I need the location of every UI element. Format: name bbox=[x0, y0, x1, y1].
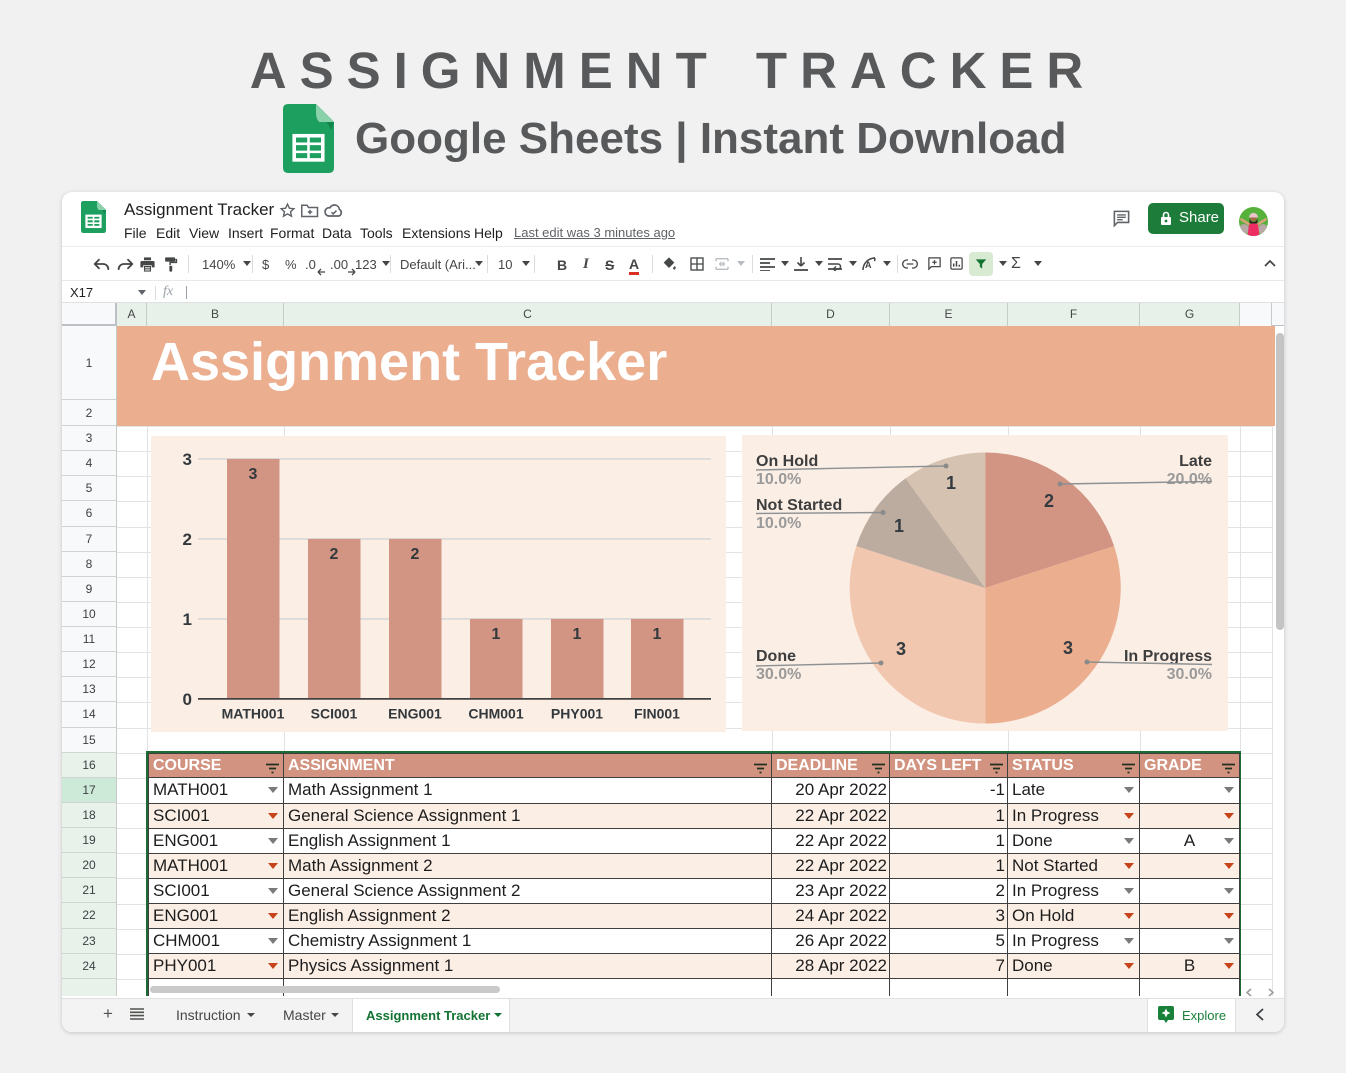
svg-text:1: 1 bbox=[183, 610, 192, 629]
svg-text:30.0%: 30.0% bbox=[1167, 666, 1212, 683]
svg-text:Late: Late bbox=[1179, 453, 1212, 470]
svg-text:3: 3 bbox=[896, 639, 906, 659]
svg-text:A: A bbox=[865, 260, 872, 270]
svg-text:CHM001: CHM001 bbox=[468, 705, 523, 721]
svg-text:PHY001: PHY001 bbox=[551, 705, 603, 721]
svg-text:3: 3 bbox=[1063, 638, 1073, 658]
svg-text:SCI001: SCI001 bbox=[311, 705, 358, 721]
svg-text:20.0%: 20.0% bbox=[1167, 471, 1212, 488]
svg-text:Done: Done bbox=[756, 648, 796, 665]
svg-text:Not Started: Not Started bbox=[756, 497, 842, 514]
svg-text:2: 2 bbox=[183, 530, 192, 549]
svg-text:2: 2 bbox=[330, 546, 339, 563]
svg-text:1: 1 bbox=[492, 626, 501, 643]
svg-text:10.0%: 10.0% bbox=[756, 515, 801, 532]
svg-text:ENG001: ENG001 bbox=[388, 705, 442, 721]
svg-text:3: 3 bbox=[249, 466, 258, 483]
svg-text:1: 1 bbox=[653, 626, 662, 643]
svg-text:FIN001: FIN001 bbox=[634, 705, 680, 721]
svg-text:1: 1 bbox=[946, 473, 956, 493]
svg-text:1: 1 bbox=[894, 516, 904, 536]
svg-text:0: 0 bbox=[183, 690, 192, 709]
svg-text:2: 2 bbox=[1044, 491, 1054, 511]
svg-text:1: 1 bbox=[573, 626, 582, 643]
svg-text:30.0%: 30.0% bbox=[756, 666, 801, 683]
svg-text:10.0%: 10.0% bbox=[756, 471, 801, 488]
svg-text:3: 3 bbox=[183, 450, 192, 469]
svg-text:On Hold: On Hold bbox=[756, 453, 818, 470]
svg-text:MATH001: MATH001 bbox=[222, 705, 285, 721]
svg-text:2: 2 bbox=[411, 546, 420, 563]
